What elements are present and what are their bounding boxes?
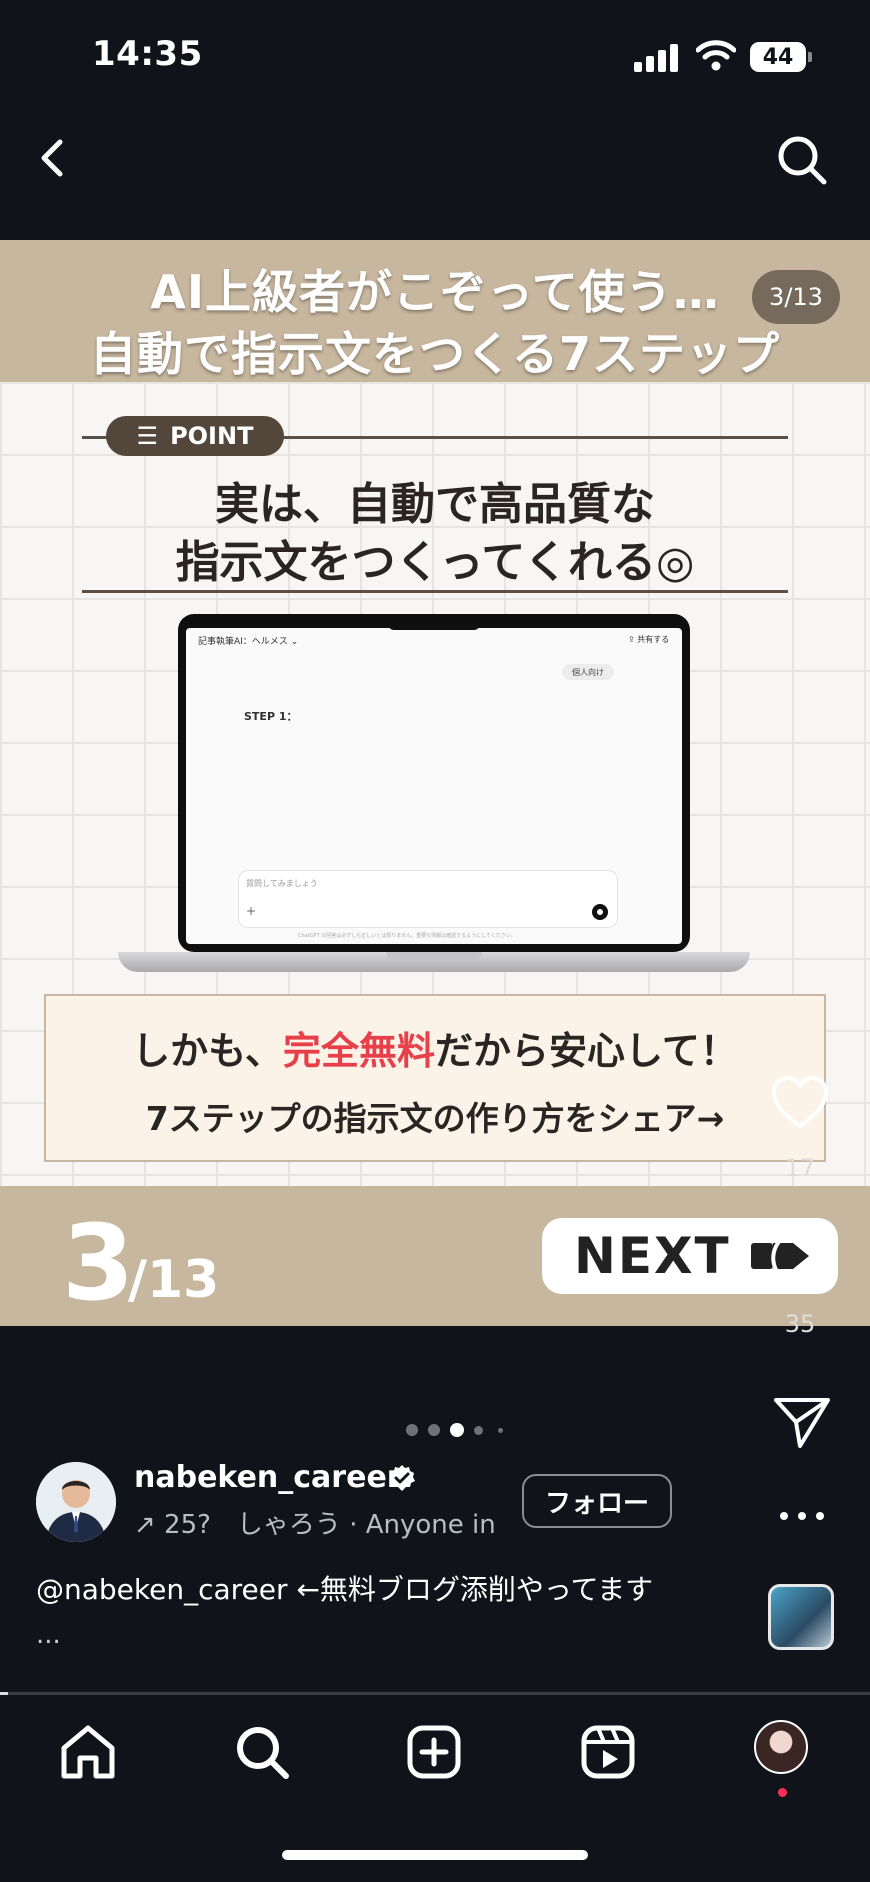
share-button[interactable]: [770, 1390, 834, 1454]
profile-photo: [36, 1462, 116, 1542]
laptop-notch: [388, 622, 480, 630]
slide-counter-badge: 3/13: [752, 270, 840, 324]
like-button[interactable]: [768, 1072, 832, 1136]
audio-thumbnail[interactable]: [768, 1584, 834, 1650]
carousel-slide[interactable]: AI上級者がこぞって使う… 自動で指示文をつくる7ステップ 3/13 ☰ POI…: [0, 240, 870, 1326]
battery-tip: [808, 52, 812, 62]
tab-reels[interactable]: [576, 1720, 640, 1784]
slide-page-number: 3: [62, 1202, 134, 1324]
note-accent: 完全無料: [282, 1029, 435, 1073]
slide-title-line2: 自動で指示文をつくる7ステップ: [89, 327, 781, 381]
back-button[interactable]: [30, 128, 74, 188]
caption-more[interactable]: ...: [36, 1620, 61, 1650]
progress-track: [0, 1692, 870, 1695]
battery-icon: 44: [750, 42, 806, 72]
screen-footer: ChatGPT の回答は必ずしも正しいとは限りません。重要な情報は確認するように…: [298, 933, 516, 939]
slide-heading-line2: 指示文をつくってくれる◎: [175, 537, 695, 588]
audio-subline[interactable]: ↗ 25? しゃろう · Anyone in: [134, 1504, 496, 1541]
carousel-dot: [498, 1428, 503, 1433]
slide-title-line1: AI上級者がこぞって使う…: [150, 265, 720, 319]
username[interactable]: nabeken_career: [134, 1460, 402, 1495]
screen-title: 記事執筆AI：ヘルメス ⌄: [198, 637, 299, 647]
tab-home[interactable]: [56, 1720, 120, 1784]
status-time: 14:35: [92, 34, 203, 74]
screen-pill: 個人向け: [562, 664, 614, 680]
note-line1: しかも、完全無料だから安心して！: [44, 1020, 826, 1075]
comment-count: 35: [784, 1310, 816, 1338]
screen-step: STEP 1：: [244, 710, 298, 723]
point-badge: ☰ POINT: [106, 416, 284, 456]
laptop-base-dip: [386, 952, 482, 960]
carousel-dot: [406, 1424, 418, 1436]
progress-fill: [0, 1692, 8, 1695]
list-icon: ☰: [136, 422, 159, 450]
slide-heading-line1: 実は、自動で高品質な: [215, 479, 655, 530]
slide-page-total: /13: [128, 1250, 220, 1310]
verified-badge-icon: [389, 1465, 415, 1491]
carousel-dot: [428, 1424, 440, 1436]
tab-create[interactable]: [402, 1720, 466, 1784]
follow-button[interactable]: フォロー: [522, 1474, 672, 1528]
divider-bottom: [82, 590, 788, 593]
tab-profile[interactable]: [754, 1720, 808, 1774]
cellular-signal-icon: [634, 42, 680, 72]
home-indicator[interactable]: [282, 1850, 588, 1860]
note-pre: しかも、: [132, 1029, 283, 1073]
notification-dot: [778, 1788, 787, 1797]
search-button[interactable]: [772, 130, 832, 190]
screen-input-placeholder: 質問してみましょう: [246, 879, 318, 888]
avatar[interactable]: [36, 1462, 116, 1542]
note-line2: 7ステップの指示文の作り方をシェア→: [145, 1099, 725, 1138]
more-options-button[interactable]: [770, 1484, 834, 1548]
screen-send-icon: [592, 904, 608, 920]
post-caption[interactable]: @nabeken_career ←無料ブログ添削やってます: [36, 1568, 653, 1608]
carousel-dots: [404, 1422, 514, 1438]
tab-search[interactable]: [230, 1720, 294, 1784]
screen-share: ⇪ 共有する: [628, 635, 670, 644]
like-count: 17: [784, 1154, 816, 1182]
screen-plus-icon: +: [246, 904, 257, 918]
wifi-icon: [696, 40, 736, 71]
point-label: POINT: [170, 422, 254, 450]
carousel-dot: [474, 1426, 483, 1435]
note-post: だから安心して！: [435, 1029, 738, 1073]
carousel-dot-active: [450, 1423, 464, 1437]
next-label: NEXT: [574, 1227, 731, 1285]
comment-button[interactable]: [768, 1226, 832, 1290]
